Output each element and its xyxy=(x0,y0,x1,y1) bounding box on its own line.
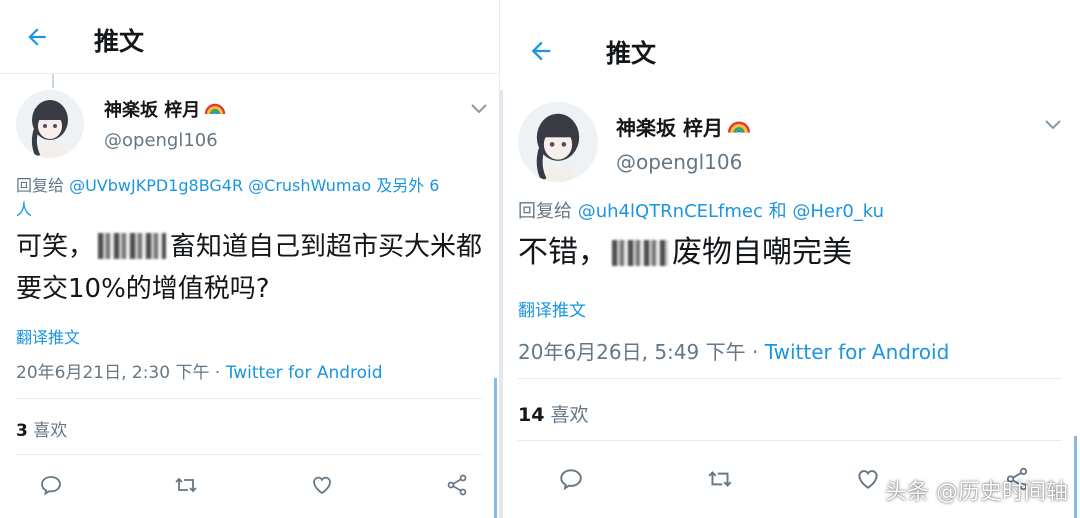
retweet-icon[interactable] xyxy=(169,468,203,502)
rainbow-icon xyxy=(727,115,751,139)
scrollbar[interactable] xyxy=(1074,436,1077,518)
tweet-client[interactable]: Twitter for Android xyxy=(765,340,950,364)
divider xyxy=(518,440,1062,441)
divider xyxy=(16,454,483,455)
user-handle[interactable]: @opengl106 xyxy=(104,130,218,151)
tweet-date[interactable]: 20年6月21日, 2:30 下午 · xyxy=(16,363,226,383)
chevron-down-icon[interactable] xyxy=(470,100,488,119)
translate-tweet-link[interactable]: 翻译推文 xyxy=(16,324,80,348)
reply-to-line: 回复给 @UVbwJKPD1g8BG4R @CrushWumao 及另外 6人 xyxy=(16,176,440,219)
divider xyxy=(518,378,1062,379)
page-title: 推文 xyxy=(606,39,657,68)
tweet-text: 不错， 废物自嘲完美 xyxy=(518,235,852,270)
reply-to-line: 回复给 @uh4lQTRnCELfmec 和 @Her0_ku xyxy=(518,201,885,222)
chevron-down-icon[interactable] xyxy=(1043,116,1063,135)
scrollbar-track xyxy=(500,90,503,518)
avatar[interactable] xyxy=(518,102,598,182)
thread-line xyxy=(52,74,54,88)
tweet-meta: 20年6月21日, 2:30 下午 · Twitter for Android xyxy=(16,358,383,383)
like-icon[interactable] xyxy=(851,462,885,496)
rainbow-icon xyxy=(204,99,226,120)
back-arrow-icon[interactable] xyxy=(526,36,556,66)
display-name[interactable]: 神楽坂 梓月 xyxy=(616,112,751,141)
user-handle[interactable]: @opengl106 xyxy=(616,150,742,174)
reply-mentions[interactable]: @UVbwJKPD1g8BG4R @CrushWumao 及另外 6 xyxy=(69,176,439,195)
page-title: 推文 xyxy=(94,27,145,56)
retweet-icon[interactable] xyxy=(703,462,737,496)
reply-icon[interactable] xyxy=(34,468,68,502)
tweet-panel-right: 推文 神楽坂 梓月 @opengl106 回复给 @uh4lQTRnCELfme… xyxy=(500,0,1080,518)
scrollbar[interactable] xyxy=(494,378,497,518)
redacted-text xyxy=(98,233,167,259)
tweet-actions xyxy=(34,468,474,502)
reply-mentions-suffix[interactable]: 人 xyxy=(16,200,32,219)
display-name[interactable]: 神楽坂 梓月 xyxy=(104,96,226,122)
avatar[interactable] xyxy=(16,90,84,158)
likes-count[interactable]: 14 喜欢 xyxy=(518,400,589,427)
tweet-text: 可笑， 畜知道自己到超市买大米都要交10%的增值税吗? xyxy=(16,232,483,304)
tweet-panel-left: 推文 神楽坂 梓月 @opengl106 回复给 @UVbwJKPD1g8BG4… xyxy=(0,0,500,518)
header: 推文 xyxy=(500,8,1080,80)
tweet-date[interactable]: 20年6月26日, 5:49 下午 · xyxy=(518,340,765,364)
header: 推文 xyxy=(0,0,499,74)
reply-icon[interactable] xyxy=(554,462,588,496)
redacted-text xyxy=(612,240,668,266)
tweet-meta: 20年6月26日, 5:49 下午 · Twitter for Android xyxy=(518,336,949,365)
back-arrow-icon[interactable] xyxy=(22,22,52,52)
likes-count[interactable]: 3 喜欢 xyxy=(16,416,67,441)
tweet-client[interactable]: Twitter for Android xyxy=(226,363,383,383)
divider xyxy=(16,398,483,399)
reply-mentions[interactable]: @uh4lQTRnCELfmec 和 @Her0_ku xyxy=(578,201,884,222)
share-icon[interactable] xyxy=(440,468,474,502)
translate-tweet-link[interactable]: 翻译推文 xyxy=(518,296,586,321)
watermark: 头条 @历史时间轴 xyxy=(885,480,1068,505)
like-icon[interactable] xyxy=(305,468,339,502)
